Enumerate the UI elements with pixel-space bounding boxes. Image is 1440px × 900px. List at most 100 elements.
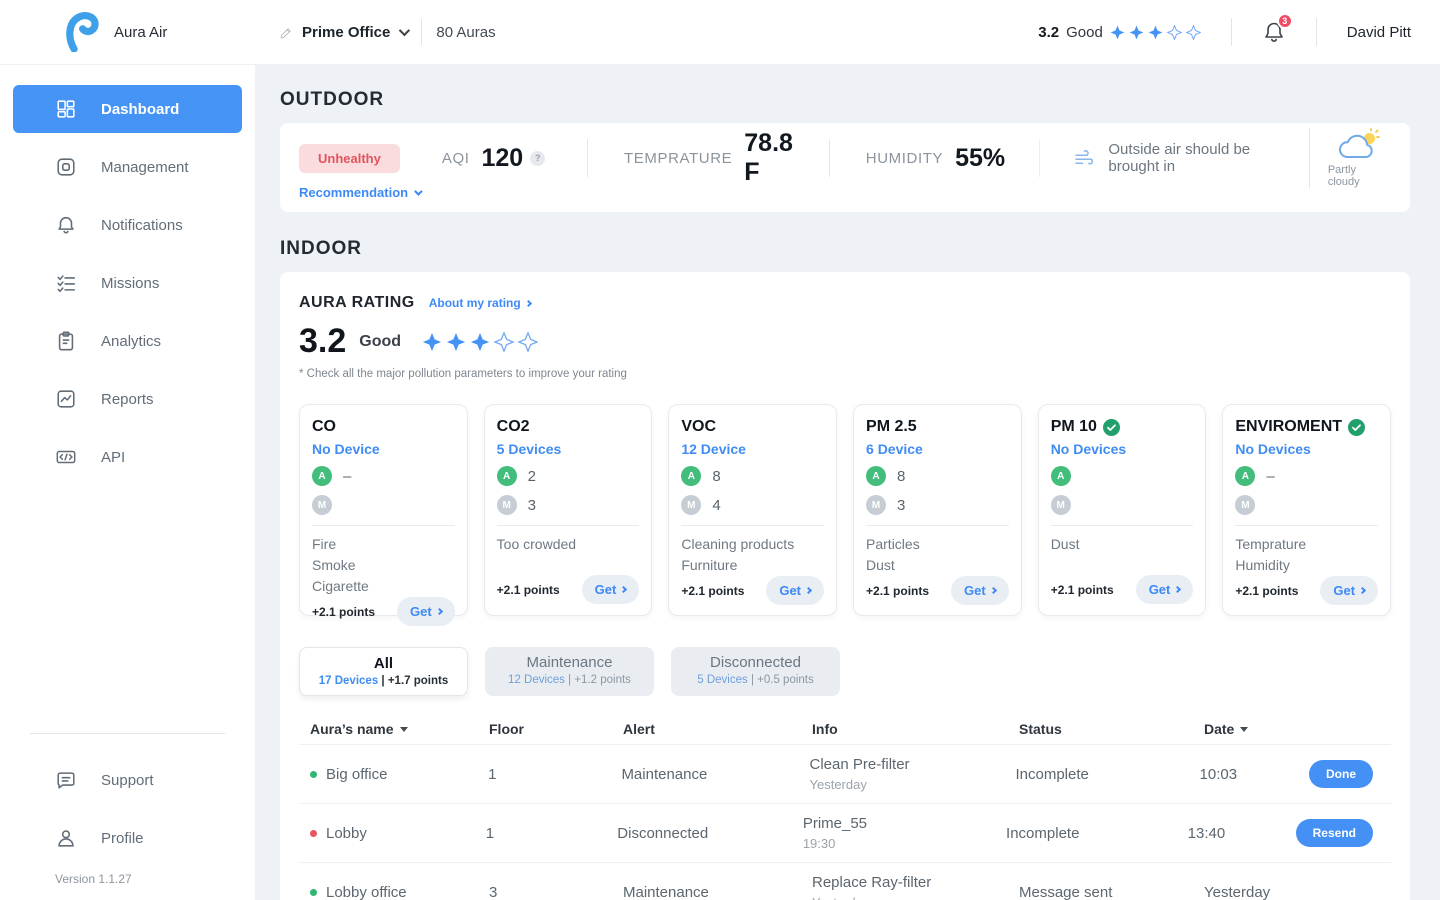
sidebar-item-support[interactable]: Support <box>13 756 242 804</box>
weather-widget: Partly cloudy <box>1309 128 1389 188</box>
card-devices-link[interactable]: No Devices <box>1235 441 1378 457</box>
get-button[interactable]: Get <box>1136 575 1194 604</box>
sidebar-item-reports[interactable]: Reports <box>13 375 242 423</box>
star-icon <box>1129 25 1144 40</box>
location-selector[interactable]: Prime Office <box>279 24 407 41</box>
cause: Fire <box>312 534 455 555</box>
air-advice: Outside air should be brought in <box>1074 141 1285 175</box>
cause: Dust <box>1051 534 1194 555</box>
get-button[interactable]: Get <box>951 576 1009 605</box>
sidebar-item-label: Management <box>101 159 189 176</box>
sidebar-item-management[interactable]: Management <box>13 143 242 191</box>
pollutant-card-enviroment: ENVIROMENT No Devices A– M Temprature Hu… <box>1222 404 1391 616</box>
card-devices-link[interactable]: 12 Device <box>681 441 824 457</box>
floor-cell: 1 <box>488 766 621 783</box>
about-rating-link[interactable]: About my rating <box>429 296 531 310</box>
auto-badge: A <box>312 466 332 486</box>
card-devices-link[interactable]: 6 Device <box>866 441 1009 457</box>
sidebar-item-profile[interactable]: Profile <box>13 814 242 862</box>
aura-name: Big office <box>326 766 387 783</box>
sidebar-item-dashboard[interactable]: Dashboard <box>13 85 242 133</box>
air-advice-text: Outside air should be brought in <box>1108 141 1284 175</box>
get-label: Get <box>779 583 801 598</box>
causes-list: Particles Dust <box>866 534 1009 576</box>
get-button[interactable]: Get <box>766 576 824 605</box>
about-rating-label: About my rating <box>429 296 521 310</box>
tab-label: All <box>300 655 467 672</box>
aqi-label: AQI <box>442 150 470 167</box>
divider <box>681 525 824 526</box>
notifications-button[interactable]: 3 <box>1262 19 1286 45</box>
check-circle-icon <box>1348 419 1365 436</box>
info-sub-cell: Yesterday <box>810 777 1016 792</box>
tab-all[interactable]: All 17 Devices | +1.7 points <box>299 647 468 696</box>
outdoor-section-title: OUTDOOR <box>280 89 1410 111</box>
card-devices-link[interactable]: No Devices <box>1051 441 1194 457</box>
get-button[interactable]: Get <box>1320 576 1378 605</box>
sidebar-bottom: Support Profile Version 1.1.27 <box>13 733 242 886</box>
recommendation-link[interactable]: Recommendation <box>299 185 420 200</box>
tab-maintenance[interactable]: Maintenance 12 Devices | +1.2 points <box>485 647 654 696</box>
sidebar-item-label: Support <box>101 772 154 789</box>
wind-icon <box>1074 148 1096 169</box>
top-right: 3.2 Good 3 David Pitt <box>1038 18 1440 46</box>
manual-value: 3 <box>897 497 905 514</box>
sidebar-item-label: Analytics <box>101 333 161 350</box>
pollutant-card-voc: VOC 12 Device A8 M4 Cleaning products Fu… <box>668 404 837 616</box>
card-devices-link[interactable]: No Device <box>312 441 455 457</box>
manual-badge: M <box>866 495 886 515</box>
aura-name: Lobby office <box>326 884 407 900</box>
star-icon <box>1148 25 1163 40</box>
star-icon <box>470 332 490 352</box>
floor-cell: 3 <box>489 884 623 900</box>
date-cell: 10:03 <box>1200 766 1309 783</box>
auto-value: – <box>343 468 351 485</box>
auto-value: 8 <box>712 468 720 485</box>
user-menu[interactable]: David Pitt <box>1347 24 1411 41</box>
sidebar-item-missions[interactable]: Missions <box>13 259 242 307</box>
sidebar-item-api[interactable]: API <box>13 433 242 481</box>
card-devices-link[interactable]: 5 Devices <box>497 441 640 457</box>
app-version: Version 1.1.27 <box>13 872 242 886</box>
location-label[interactable]: Prime Office <box>302 24 390 41</box>
tab-separator: | <box>381 675 384 687</box>
sidebar-item-notifications[interactable]: Notifications <box>13 201 242 249</box>
divider <box>866 525 1009 526</box>
floor-cell: 1 <box>486 825 618 842</box>
tab-points: +1.7 points <box>388 675 448 687</box>
resend-button[interactable]: Resend <box>1296 819 1373 847</box>
points-label: +2.1 points <box>1235 584 1298 598</box>
sidebar-item-analytics[interactable]: Analytics <box>13 317 242 365</box>
rating-note: * Check all the major pollution paramete… <box>299 368 1391 380</box>
star-icon <box>518 332 538 352</box>
devices-table: Aura’s name Floor Alert Info Status Date… <box>299 714 1391 900</box>
card-title: CO <box>312 418 336 436</box>
column-header-name[interactable]: Aura’s name <box>299 721 489 737</box>
edit-icon[interactable] <box>279 25 294 40</box>
auto-badge: A <box>1051 466 1071 486</box>
chevron-right-icon <box>436 608 443 615</box>
tab-disconnected[interactable]: Disconnected 5 Devices | +0.5 points <box>671 647 840 696</box>
manual-badge: M <box>1235 495 1255 515</box>
auto-value: 8 <box>897 468 905 485</box>
info-cell: Replace Ray-filter <box>812 874 1019 892</box>
date-cell: Yesterday <box>1204 884 1314 900</box>
cause: Dust <box>866 555 1009 576</box>
table-row[interactable]: Lobby 1 Disconnected Prime_5519:30 Incom… <box>299 803 1391 862</box>
tab-label: Maintenance <box>485 654 654 671</box>
get-button[interactable]: Get <box>397 597 455 626</box>
brand-name: Aura Air <box>114 24 167 41</box>
help-icon[interactable]: ? <box>530 151 545 166</box>
tab-devices-count: 12 Devices <box>508 674 565 686</box>
column-header-date[interactable]: Date <box>1204 721 1314 737</box>
aura-rating-title: AURA RATING <box>299 294 415 312</box>
causes-list: Cleaning products Furniture <box>681 534 824 576</box>
table-row[interactable]: Lobby office 3 Maintenance Replace Ray-f… <box>299 862 1391 900</box>
done-button[interactable]: Done <box>1309 760 1373 788</box>
indoor-rating-label: Good <box>359 333 401 351</box>
table-row[interactable]: Big office 1 Maintenance Clean Pre-filte… <box>299 744 1391 803</box>
auto-badge: A <box>866 466 886 486</box>
tab-devices-count: 5 Devices <box>697 674 748 686</box>
get-button[interactable]: Get <box>582 575 640 604</box>
status-dot <box>310 771 317 778</box>
